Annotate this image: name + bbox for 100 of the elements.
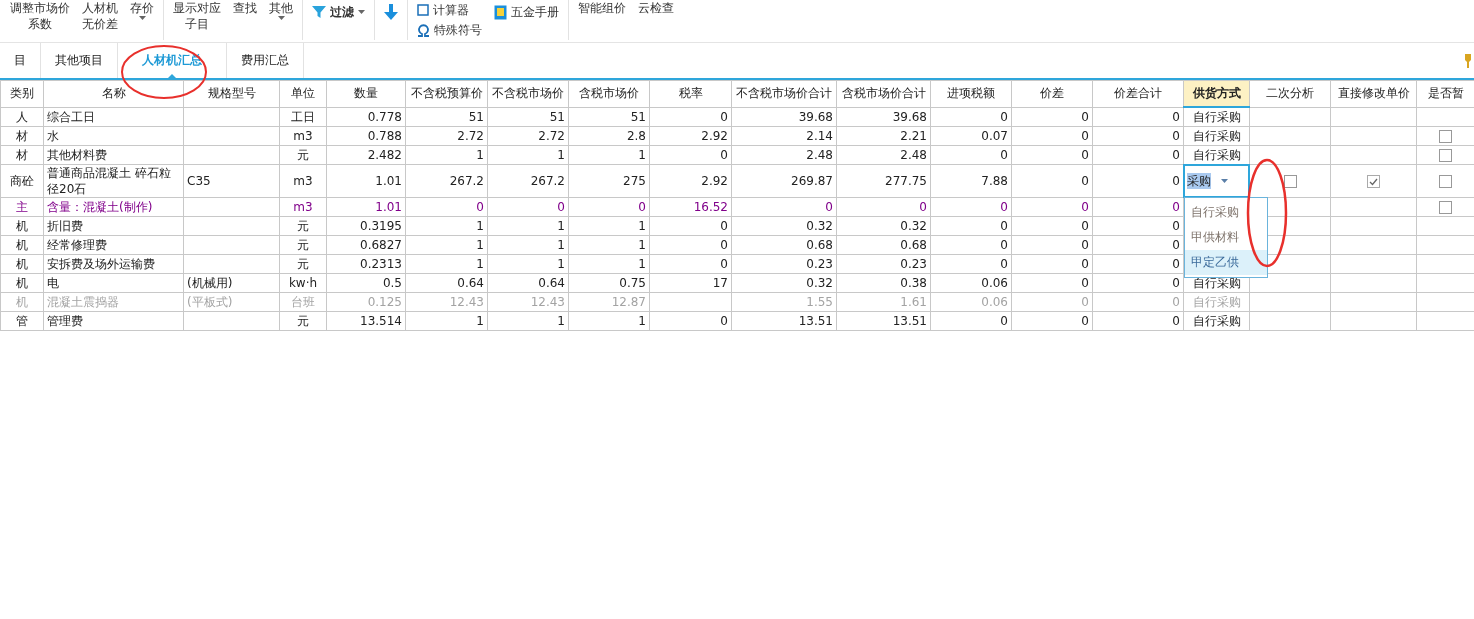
column-header: 含税市场价合计 [836, 80, 931, 107]
toolbar-button[interactable]: 智能组价 [572, 0, 632, 16]
table-cell: 12.87 [611, 295, 646, 309]
table-cell: 2.14 [806, 129, 833, 143]
toolbar-button[interactable]: 调整市场价 系数 [4, 0, 76, 32]
table-cell: 机 [16, 219, 28, 233]
table-cell: 0 [1172, 129, 1180, 143]
table-cell: 0 [720, 257, 728, 271]
checkbox[interactable] [1439, 201, 1452, 214]
table-cell: 0 [1081, 109, 1089, 124]
hardware-manual-button[interactable]: 五金手册 [488, 0, 565, 24]
table-cell: 1 [476, 238, 484, 252]
table-cell: 0 [1000, 314, 1008, 328]
column-header: 不含税市场价 [487, 80, 569, 107]
table-cell: 2.21 [900, 129, 927, 143]
table-cell: 0 [1081, 129, 1089, 143]
table-cell: 材 [16, 129, 28, 143]
table-cell: 经常修理费 [47, 238, 107, 252]
calculator-button[interactable]: 计算器 [411, 0, 488, 20]
table-cell: 269.87 [791, 174, 833, 188]
dropdown-option[interactable]: 甲供材料 [1185, 225, 1267, 250]
column-header: 直接修改单价 [1330, 80, 1417, 107]
table-cell: 混凝土震捣器 [47, 295, 119, 309]
checkbox[interactable] [1439, 149, 1452, 162]
table-cell: 0.68 [806, 238, 833, 252]
table-cell: 水 [47, 129, 59, 143]
special-symbols-button[interactable]: 特殊符号 [411, 20, 488, 40]
column-header: 二次分析 [1249, 80, 1331, 107]
toolbar-button[interactable]: 云检查 [632, 0, 680, 16]
table-cell: 13.51 [892, 314, 927, 328]
toolbar-menu-button[interactable]: 存价 [124, 0, 160, 20]
table-cell: 7.88 [981, 174, 1008, 188]
table-cell: 自行采购 [1192, 129, 1241, 143]
table-cell: 1 [557, 219, 565, 233]
column-header: 不含税市场价合计 [731, 80, 837, 107]
checkbox[interactable] [1283, 175, 1297, 188]
table-cell: 元 [297, 314, 309, 328]
table-cell: 1.01 [375, 174, 402, 188]
table-cell: 1 [638, 257, 646, 271]
table-cell: (平板式) [187, 295, 233, 309]
table-cell: 1 [557, 257, 565, 271]
table-cell: 51 [630, 109, 646, 124]
table-cell: 普通商品混凝土 碎石粒径20石 [47, 166, 171, 196]
table-cell: 2.92 [701, 129, 728, 143]
table-cell: 13.51 [798, 314, 833, 328]
dropdown-option[interactable]: 甲定乙供 [1185, 250, 1267, 275]
table-cell: 1 [557, 148, 565, 162]
column-header: 进项税额 [930, 80, 1012, 107]
omega-icon [417, 23, 430, 37]
table-cell: 0.75 [619, 276, 646, 290]
table-cell: 自行采购 [1192, 295, 1241, 309]
table-cell: 0 [1172, 200, 1180, 214]
checkbox[interactable] [1439, 130, 1452, 143]
toolbar-menu-button[interactable]: 其他 [263, 0, 299, 20]
caret-icon [358, 10, 365, 14]
table-cell: 0.64 [538, 276, 565, 290]
caret-icon [277, 16, 285, 20]
table-cell: 0 [919, 200, 927, 214]
table-cell: C35 [187, 174, 211, 188]
table-cell: 277.75 [885, 174, 927, 188]
table-cell: kw·h [288, 276, 318, 290]
table-cell: 2.48 [806, 148, 833, 162]
table-cell: m3 [293, 200, 313, 214]
table-cell: 1.01 [375, 200, 402, 214]
table-cell: 元 [297, 257, 309, 271]
column-header: 名称 [43, 80, 184, 107]
checkbox[interactable] [1439, 175, 1452, 188]
table-cell: 0.32 [900, 219, 927, 233]
table-cell: 0 [1172, 314, 1180, 328]
caret-icon [138, 16, 146, 20]
table-cell: 电 [47, 276, 59, 290]
table-cell: 0.06 [981, 295, 1008, 309]
table-cell: 0 [1081, 257, 1089, 271]
table-cell: 2.48 [900, 148, 927, 162]
table-cell: 0.32 [806, 276, 833, 290]
table-cell: 0.23 [806, 257, 833, 271]
table-cell: 0 [1000, 109, 1008, 124]
column-header: 单位 [279, 80, 327, 107]
table-cell: 1.61 [900, 295, 927, 309]
table-cell: 台班 [291, 295, 315, 309]
table-cell: 0 [1081, 295, 1089, 309]
table-cell: 0 [557, 200, 565, 214]
table-cell: 0 [1172, 295, 1180, 309]
toolbar-button[interactable]: 显示对应 子目 [167, 0, 227, 32]
column-header: 含税市场价 [568, 80, 650, 107]
toolbar-button[interactable]: 查找 [227, 0, 263, 16]
table-cell: 0 [1000, 257, 1008, 271]
table-cell: 0 [1000, 148, 1008, 162]
table-cell: 12.43 [530, 295, 565, 309]
column-header: 是否暂 [1416, 80, 1474, 107]
toolbar-button[interactable]: 人材机 无价差 [76, 0, 124, 32]
table-cell: 0.3195 [360, 219, 402, 233]
filter-button[interactable]: 过滤 [306, 0, 371, 24]
checkbox[interactable] [1367, 175, 1380, 188]
table-cell: 0 [720, 219, 728, 233]
table-cell: 2.8 [626, 129, 646, 143]
table-cell: 267.2 [449, 174, 484, 188]
table-cell: 0 [1081, 174, 1089, 188]
dropdown-option[interactable]: 自行采购 [1185, 200, 1267, 225]
table-cell: 0.38 [900, 276, 927, 290]
